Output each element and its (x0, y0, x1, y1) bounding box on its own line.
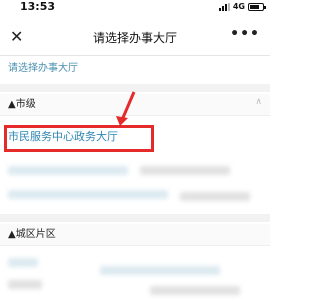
section-title-district: ▲城区片区 (8, 229, 56, 240)
divider (0, 214, 270, 222)
blurred-hall-item[interactable] (8, 190, 168, 199)
blurred-hall-item[interactable] (150, 286, 240, 295)
chevron-up-icon[interactable]: ∧ (255, 97, 262, 107)
signal-icon (218, 2, 230, 11)
status-bar: 13:53 4G (0, 0, 270, 15)
blurred-hall-item[interactable] (8, 280, 42, 289)
blurred-hall-item[interactable] (180, 192, 250, 201)
blurred-hall-item[interactable] (8, 258, 38, 267)
status-indicators: 4G (218, 2, 266, 11)
section-title-city: ▲市级 (8, 99, 36, 110)
blurred-hall-item[interactable] (100, 266, 220, 275)
status-time: 13:53 (20, 0, 56, 13)
battery-icon (248, 2, 266, 11)
blurred-hall-item[interactable] (140, 166, 230, 175)
select-hall-prompt: 请选择办事大厅 (8, 63, 78, 74)
highlight-box (4, 125, 154, 152)
network-type: 4G (232, 2, 245, 11)
blurred-hall-item[interactable] (8, 166, 128, 175)
nav-bar: ✕ 请选择办事大厅 ••• (0, 20, 270, 56)
red-arrow-annotation (116, 91, 136, 126)
section-header-district[interactable]: ▲城区片区 (0, 224, 270, 246)
more-icon[interactable]: ••• (230, 26, 260, 42)
